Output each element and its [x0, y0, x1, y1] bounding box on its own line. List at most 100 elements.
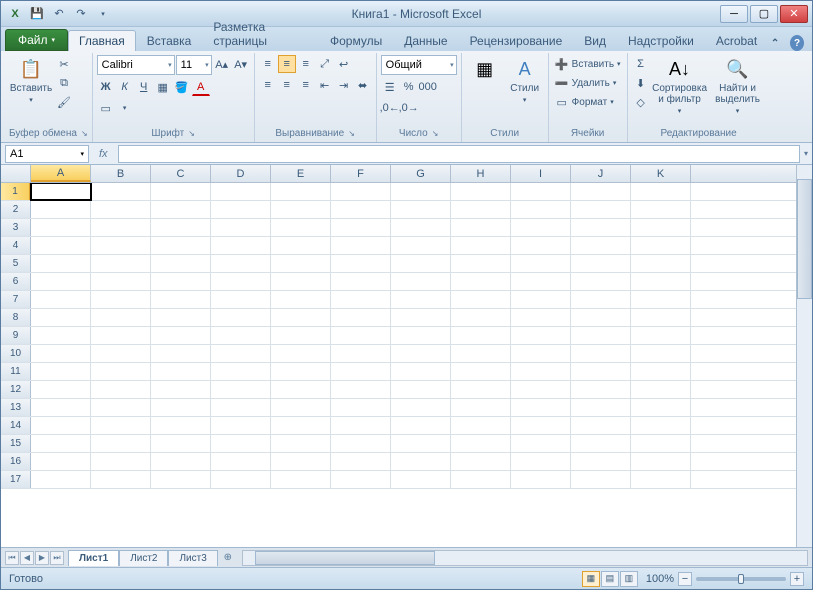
col-header[interactable]: A — [31, 165, 91, 182]
number-format-combo[interactable]: Общий▾ — [381, 55, 457, 75]
cell[interactable] — [271, 309, 331, 326]
cell[interactable] — [91, 183, 151, 200]
cell[interactable] — [571, 471, 631, 488]
cell[interactable] — [631, 471, 691, 488]
row-header[interactable]: 15 — [1, 435, 31, 452]
cell[interactable] — [31, 237, 91, 254]
sheet-nav-prev[interactable]: ◀ — [20, 551, 34, 565]
cell[interactable] — [271, 201, 331, 218]
close-button[interactable]: ✕ — [780, 5, 808, 23]
col-header[interactable]: K — [631, 165, 691, 182]
cell[interactable] — [331, 435, 391, 452]
cell[interactable] — [211, 255, 271, 272]
row-header[interactable]: 1 — [1, 183, 31, 200]
cell[interactable] — [91, 255, 151, 272]
cell[interactable] — [271, 219, 331, 236]
decrease-decimal-icon[interactable]: ,0→ — [400, 99, 418, 117]
cell[interactable] — [511, 237, 571, 254]
number-launcher[interactable]: ↘ — [432, 129, 439, 138]
cell[interactable] — [631, 183, 691, 200]
cell[interactable] — [91, 435, 151, 452]
cell[interactable] — [31, 363, 91, 380]
tab-data[interactable]: Данные — [393, 30, 458, 51]
sort-filter-button[interactable]: A↓ Сортировка и фильтр ▾ — [652, 55, 708, 117]
cell[interactable] — [571, 435, 631, 452]
autosum-icon[interactable]: Σ — [632, 55, 650, 73]
italic-button[interactable]: К — [116, 78, 134, 96]
cell[interactable] — [271, 273, 331, 290]
excel-icon[interactable]: X — [5, 4, 25, 24]
cell[interactable] — [511, 363, 571, 380]
cell[interactable] — [391, 309, 451, 326]
row-header[interactable]: 4 — [1, 237, 31, 254]
middle-align-icon[interactable]: ≡ — [278, 55, 296, 73]
formula-input[interactable] — [118, 145, 800, 163]
orientation-icon[interactable]: ⤢ — [316, 55, 334, 73]
cell[interactable] — [211, 381, 271, 398]
cell[interactable] — [511, 327, 571, 344]
cell[interactable] — [211, 453, 271, 470]
cell[interactable] — [331, 309, 391, 326]
cell[interactable] — [151, 471, 211, 488]
cell[interactable] — [511, 219, 571, 236]
v-scroll-thumb[interactable] — [797, 179, 812, 299]
cell[interactable] — [571, 381, 631, 398]
cell[interactable] — [631, 255, 691, 272]
qat-customize-icon[interactable]: ▾ — [93, 4, 113, 24]
cell[interactable] — [391, 453, 451, 470]
cell[interactable] — [91, 201, 151, 218]
cell[interactable] — [451, 327, 511, 344]
cell[interactable] — [571, 291, 631, 308]
bold-button[interactable]: Ж — [97, 78, 115, 96]
border-dd-icon[interactable]: ▾ — [116, 99, 134, 117]
maximize-button[interactable]: ▢ — [750, 5, 778, 23]
cell[interactable] — [331, 417, 391, 434]
border-icon[interactable]: ▦ — [154, 78, 172, 96]
cell[interactable] — [631, 273, 691, 290]
cell[interactable] — [151, 453, 211, 470]
cell[interactable] — [511, 435, 571, 452]
cell[interactable] — [151, 327, 211, 344]
cell[interactable] — [271, 399, 331, 416]
cell[interactable] — [511, 309, 571, 326]
cell[interactable] — [31, 345, 91, 362]
tab-view[interactable]: Вид — [573, 30, 617, 51]
row-header[interactable]: 16 — [1, 453, 31, 470]
view-page-break-icon[interactable]: ▥ — [620, 571, 638, 587]
view-page-layout-icon[interactable]: ▤ — [601, 571, 619, 587]
tab-acrobat[interactable]: Acrobat — [705, 30, 768, 51]
cell[interactable] — [151, 255, 211, 272]
cell[interactable] — [271, 417, 331, 434]
cell[interactable] — [211, 309, 271, 326]
sheet-nav-next[interactable]: ▶ — [35, 551, 49, 565]
help-icon[interactable]: ? — [790, 35, 804, 51]
col-header[interactable]: J — [571, 165, 631, 182]
cell[interactable] — [511, 291, 571, 308]
cell[interactable] — [151, 381, 211, 398]
cell[interactable] — [451, 255, 511, 272]
fill-icon[interactable]: ⬇ — [632, 74, 650, 92]
cell[interactable] — [571, 273, 631, 290]
qat-undo-icon[interactable]: ↶ — [49, 4, 69, 24]
zoom-out-button[interactable]: − — [678, 572, 692, 586]
find-select-button[interactable]: 🔍 Найти и выделить ▾ — [710, 55, 766, 117]
cell[interactable] — [511, 273, 571, 290]
cell[interactable] — [91, 453, 151, 470]
cell[interactable] — [91, 273, 151, 290]
cell[interactable] — [31, 399, 91, 416]
align-center-icon[interactable]: ≡ — [278, 76, 296, 94]
tab-insert[interactable]: Вставка — [136, 30, 203, 51]
font-size-combo[interactable]: 11▾ — [176, 55, 212, 75]
cell[interactable] — [631, 453, 691, 470]
cell[interactable] — [151, 309, 211, 326]
cell[interactable] — [91, 327, 151, 344]
cell[interactable] — [511, 201, 571, 218]
cell[interactable] — [91, 399, 151, 416]
cell[interactable] — [571, 327, 631, 344]
row-header[interactable]: 12 — [1, 381, 31, 398]
cell[interactable] — [391, 363, 451, 380]
clipboard-launcher[interactable]: ↘ — [81, 129, 88, 138]
cell[interactable] — [451, 219, 511, 236]
font-color-icon[interactable]: A — [192, 78, 210, 96]
col-header[interactable]: B — [91, 165, 151, 182]
